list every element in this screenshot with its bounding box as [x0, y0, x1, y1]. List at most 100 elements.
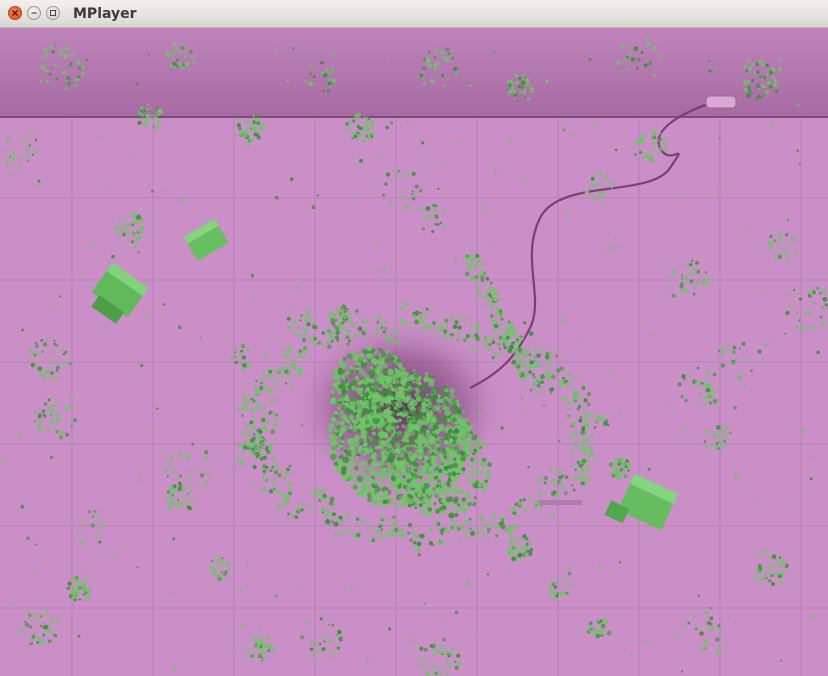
- debris-particle: [774, 571, 778, 576]
- debris-particle: [204, 456, 209, 461]
- debris-particle: [440, 458, 446, 464]
- debris-particle: [339, 312, 345, 318]
- debris-particle: [352, 484, 358, 490]
- debris-particle: [299, 316, 303, 320]
- debris-particle: [590, 176, 595, 181]
- debris-particle: [449, 649, 453, 652]
- debris-particle: [31, 153, 35, 156]
- debris-particle: [48, 72, 52, 76]
- debris-particle: [524, 96, 527, 99]
- debris-particle: [394, 383, 400, 389]
- debris-particle: [480, 528, 485, 533]
- debris-particle: [441, 647, 444, 650]
- debris-particle: [77, 535, 80, 538]
- debris-particle: [677, 382, 682, 387]
- debris-particle: [184, 456, 189, 461]
- debris-particle: [240, 623, 244, 627]
- debris-particle: [441, 73, 445, 77]
- debris-particle: [422, 70, 426, 74]
- debris-particle: [724, 442, 728, 446]
- debris-particle: [397, 398, 401, 402]
- debris-particle: [522, 90, 527, 95]
- debris-particle: [445, 660, 448, 663]
- debris-particle: [440, 539, 445, 545]
- debris-particle: [785, 310, 790, 316]
- debris-particle: [424, 499, 430, 504]
- debris-particle: [301, 424, 304, 426]
- debris-particle: [773, 239, 777, 243]
- debris-particle: [62, 353, 66, 356]
- debris-particle: [377, 444, 382, 449]
- debris-particle: [575, 630, 578, 633]
- debris-particle: [704, 429, 709, 434]
- debris-particle: [529, 86, 532, 90]
- debris-particle: [384, 357, 390, 363]
- debris-particle: [43, 373, 47, 376]
- debris-particle: [416, 439, 422, 445]
- debris-particle: [539, 476, 543, 479]
- debris-particle: [395, 166, 398, 169]
- debris-particle: [436, 522, 441, 526]
- debris-particle: [696, 366, 700, 370]
- debris-particle: [389, 201, 394, 206]
- debris-particle: [377, 155, 381, 159]
- debris-particle: [37, 420, 42, 425]
- debris-particle: [25, 622, 30, 627]
- minimize-button[interactable]: [27, 6, 41, 20]
- debris-particle: [349, 424, 353, 427]
- debris-particle: [722, 445, 726, 449]
- video-scene: [0, 28, 828, 676]
- debris-particle: [53, 403, 57, 408]
- debris-particle: [586, 391, 592, 397]
- debris-particle: [407, 450, 413, 456]
- debris-particle: [403, 301, 409, 307]
- debris-particle: [680, 288, 685, 293]
- debris-particle: [712, 375, 715, 378]
- debris-particle: [432, 672, 436, 676]
- debris-particle: [50, 408, 54, 413]
- maximize-button[interactable]: [46, 6, 60, 20]
- debris-particle: [266, 367, 270, 371]
- debris-particle: [621, 44, 625, 49]
- debris-particle: [610, 245, 613, 248]
- debris-particle: [175, 503, 180, 507]
- debris-particle: [592, 183, 595, 186]
- debris-particle: [387, 627, 392, 631]
- debris-particle: [392, 338, 395, 341]
- debris-particle: [363, 396, 367, 400]
- debris-particle: [42, 47, 48, 52]
- debris-particle: [376, 243, 380, 247]
- debris-particle: [726, 344, 730, 348]
- debris-particle: [421, 227, 426, 231]
- debris-particle: [788, 303, 793, 308]
- debris-particle: [309, 64, 313, 68]
- debris-particle: [778, 251, 783, 256]
- debris-particle: [774, 563, 778, 566]
- debris-particle: [414, 502, 418, 506]
- debris-particle: [461, 489, 466, 494]
- debris-particle: [265, 636, 269, 640]
- debris-particle: [117, 229, 121, 233]
- debris-particle: [370, 492, 376, 498]
- debris-particle: [581, 477, 586, 482]
- close-button[interactable]: [8, 6, 22, 20]
- debris-particle: [149, 107, 152, 110]
- debris-particle: [34, 344, 39, 349]
- debris-particle: [495, 534, 499, 537]
- debris-particle: [260, 635, 264, 639]
- title-bar[interactable]: MPlayer: [0, 0, 828, 28]
- debris-particle: [696, 625, 700, 629]
- debris-particle: [515, 364, 521, 369]
- debris-particle: [427, 63, 432, 68]
- debris-particle: [21, 328, 24, 332]
- debris-particle: [611, 471, 615, 476]
- debris-particle: [605, 251, 609, 255]
- debris-particle: [300, 314, 303, 317]
- debris-particle: [564, 382, 570, 387]
- debris-particle: [41, 76, 44, 79]
- debris-particle: [452, 489, 458, 495]
- debris-particle: [339, 532, 344, 536]
- debris-particle: [491, 356, 495, 360]
- debris-particle: [580, 429, 586, 435]
- debris-particle: [656, 144, 659, 147]
